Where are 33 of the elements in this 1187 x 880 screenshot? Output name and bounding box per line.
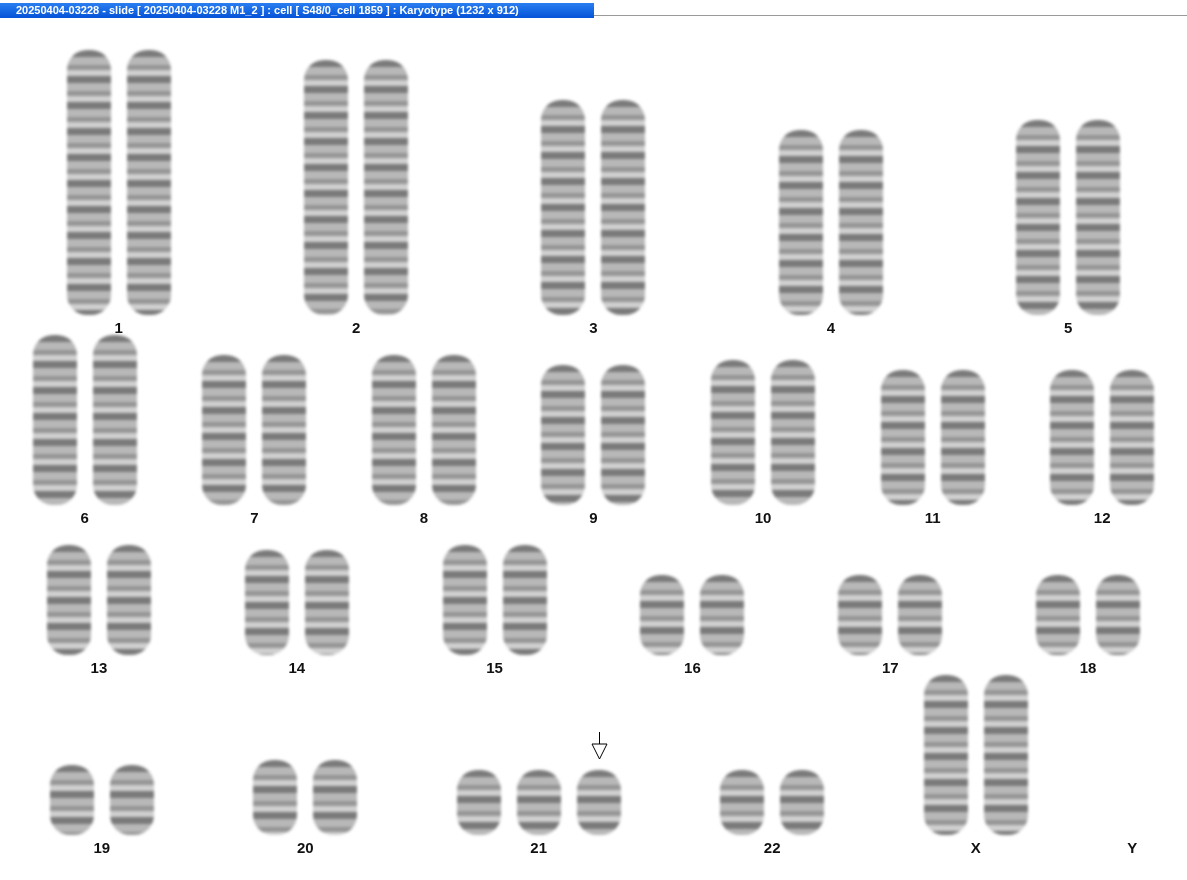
chromosome-label: 18 [1079, 659, 1097, 676]
chromosome-label: 8 [419, 509, 429, 526]
chromosome-label: 6 [80, 509, 89, 526]
chromosome-label: X [970, 839, 981, 856]
chromosome-label: 15 [486, 659, 503, 676]
chromosome-label: 13 [90, 659, 108, 676]
chromosome-label: 11 [924, 509, 941, 526]
chromosome-label: 17 [881, 659, 899, 676]
down-arrow-icon [590, 732, 608, 760]
chromosome-label: 2 [351, 319, 361, 336]
chromosome-label: 21 [530, 839, 548, 856]
chromosome-image [780, 770, 825, 835]
chromosome-label: 7 [250, 509, 259, 526]
chromosome-label: 3 [589, 319, 598, 336]
chromosome-label: 22 [763, 839, 781, 856]
chromosome-label: 20 [296, 839, 314, 856]
chromosome-image [720, 770, 765, 835]
chromosome-label: 12 [1093, 509, 1111, 526]
chromosome-image [109, 765, 154, 835]
chromosome-label: 14 [288, 659, 306, 676]
chromosome-label: 5 [1064, 319, 1073, 336]
chromosome-label: 4 [826, 319, 836, 336]
chromosome-label: Y [1127, 839, 1138, 856]
chromosome-image [576, 770, 621, 835]
chromosome-label: 19 [93, 839, 111, 856]
window-title: 20250404-03228 - slide [ 20250404-03228 M1_2 ] : cell [ S48/0_cell 1859 ] : Karyotype (1232 x 912) [0, 3, 594, 18]
chromosome-image [516, 770, 561, 835]
chromosome-image [456, 770, 501, 835]
chromosome-label: 9 [589, 509, 598, 526]
chromosome-label: 16 [684, 659, 701, 676]
chromosome-label: 10 [754, 509, 772, 526]
chromosome-image [49, 765, 94, 835]
chromosome-label: 1 [114, 319, 123, 336]
